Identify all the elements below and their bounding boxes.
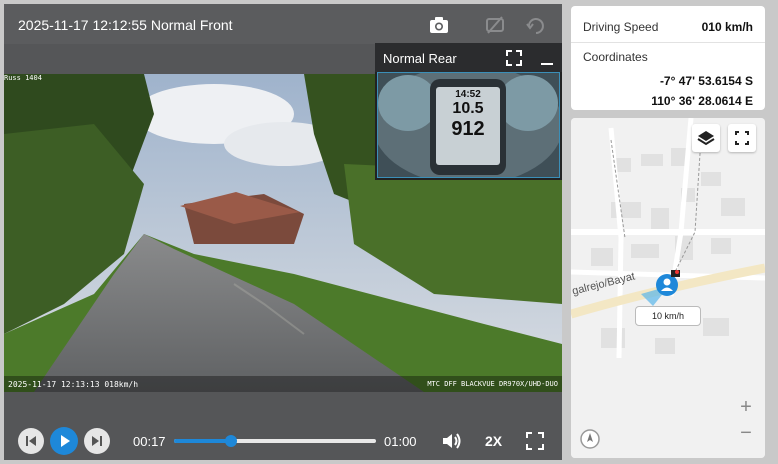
rear-display-line2: 10.5 xyxy=(452,100,484,117)
map-panel[interactable]: galrejo/Bayat 10 km/h + − xyxy=(571,118,765,458)
marker-speed-tag: 10 km/h xyxy=(635,306,701,326)
fullscreen-icon[interactable] xyxy=(526,432,544,450)
rear-camera-pip[interactable]: Normal Rear 14:52 10.5 912 xyxy=(375,43,562,180)
play-button[interactable] xyxy=(50,427,78,455)
previous-button[interactable] xyxy=(18,428,44,454)
next-button[interactable] xyxy=(84,428,110,454)
latitude-value: -7° 47' 53.6154 S xyxy=(659,74,753,88)
front-overlay-timestamp: 2025-11-17 12:13:13 018km/h xyxy=(8,380,139,389)
map-fullscreen-button[interactable] xyxy=(728,124,756,152)
rear-camera-header: Normal Rear xyxy=(375,43,562,72)
seek-handle[interactable] xyxy=(224,435,237,447)
expand-icon[interactable] xyxy=(505,49,523,67)
current-time: 00:17 xyxy=(133,434,166,449)
longitude-value: 110° 36' 28.0614 E xyxy=(651,94,753,108)
total-time: 01:00 xyxy=(384,434,417,449)
rear-display-line1: 14:52 xyxy=(455,89,481,100)
map-zoom-control: + − xyxy=(733,394,759,448)
front-overlay-label: Russ 1404 xyxy=(4,74,42,82)
zoom-in-button[interactable]: + xyxy=(733,394,759,420)
playback-speed-button[interactable]: 2X xyxy=(485,433,502,449)
minimize-icon[interactable] xyxy=(539,49,555,67)
skip-back-icon xyxy=(26,436,36,446)
trip-info-panel: Driving Speed 010 km/h Coordinates -7° 4… xyxy=(571,6,765,110)
layers-icon xyxy=(697,131,715,146)
compass-icon[interactable] xyxy=(579,428,601,450)
skip-forward-icon xyxy=(92,436,102,446)
seek-progress xyxy=(174,439,231,443)
driving-speed-label: Driving Speed xyxy=(583,20,659,34)
coordinates-label: Coordinates xyxy=(583,50,648,64)
play-icon xyxy=(61,435,70,447)
driving-speed-value: 010 km/h xyxy=(701,20,753,34)
rear-display-line3: 912 xyxy=(451,118,485,140)
switch-camera-icon[interactable] xyxy=(484,14,506,36)
video-player: 2025-11-17 12:12:55 Normal Front Russ 14… xyxy=(4,4,562,460)
camera-snapshot-icon[interactable] xyxy=(428,14,450,36)
player-topbar: 2025-11-17 12:12:55 Normal Front xyxy=(4,4,562,44)
fullscreen-icon xyxy=(735,131,749,145)
map-layers-button[interactable] xyxy=(692,124,720,152)
rear-camera-view: 14:52 10.5 912 xyxy=(377,72,560,178)
seek-bar[interactable] xyxy=(174,435,376,447)
info-divider xyxy=(571,42,765,43)
volume-icon[interactable] xyxy=(441,431,463,451)
rear-camera-title: Normal Rear xyxy=(383,51,457,66)
rotate-video-icon[interactable] xyxy=(524,14,546,36)
vehicle-marker-icon[interactable] xyxy=(655,270,681,298)
zoom-out-button[interactable]: − xyxy=(733,420,759,446)
front-camera-title: 2025-11-17 12:12:55 Normal Front xyxy=(18,17,233,33)
front-overlay-device: MTC DFF BLACKVUE DR970X/UHD-DUO xyxy=(427,380,558,388)
playback-controls: 00:17 01:00 2X xyxy=(4,422,562,460)
